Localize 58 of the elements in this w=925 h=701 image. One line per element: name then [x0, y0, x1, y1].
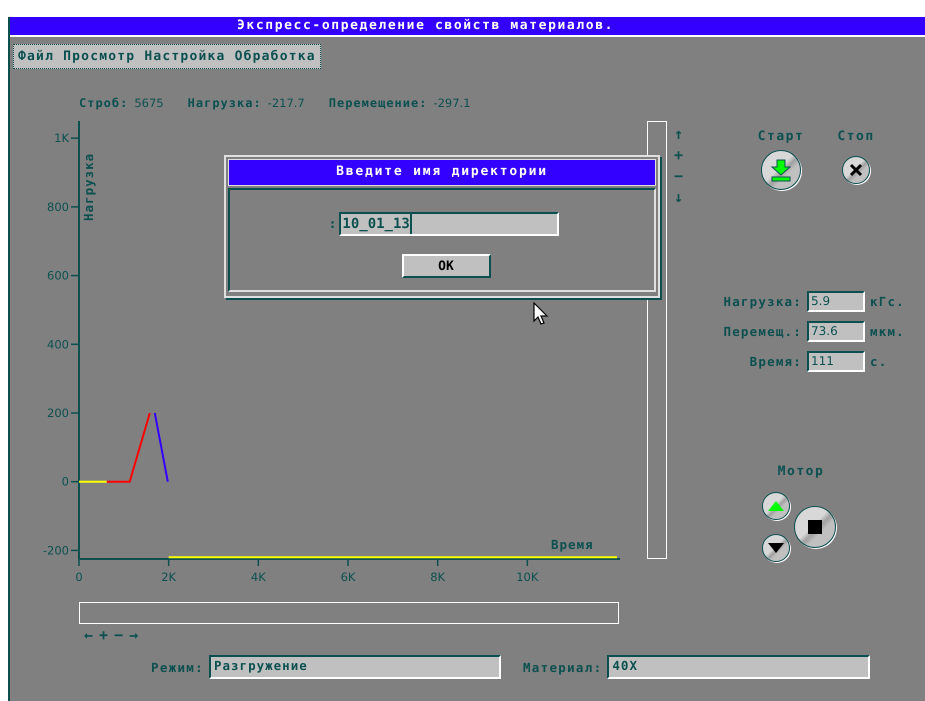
menu-item[interactable]: Файл	[18, 49, 54, 64]
download-arrow-icon	[769, 158, 793, 182]
reading-field: 73.6	[807, 321, 865, 342]
menu-item[interactable]: Обработка	[234, 49, 316, 64]
stop-button[interactable]	[842, 156, 870, 184]
input-field[interactable]: 10_01_13	[339, 212, 560, 236]
y-tick-label: -200	[42, 543, 69, 558]
close-icon	[849, 163, 863, 177]
text-field[interactable]: Разгружение	[208, 655, 501, 679]
horizontal-scrollbar[interactable]	[79, 602, 619, 624]
menu-item[interactable]: Просмотр	[63, 49, 136, 64]
start-button[interactable]	[761, 150, 801, 190]
y-tick-label: 200	[47, 406, 69, 420]
status-label: Перемещение:	[328, 95, 428, 111]
status-label: Строб:	[79, 95, 128, 111]
reading-field: 111	[807, 351, 865, 372]
reading-label: Перемещ.:	[722, 324, 802, 339]
reading-unit: кГс.	[870, 294, 906, 309]
y-tick-label: 600	[47, 268, 69, 283]
reading-label: Время:	[748, 354, 802, 369]
x-tick-label: 2K	[161, 570, 176, 584]
mouse-pointer-icon	[533, 302, 549, 326]
reading-unit: с.	[870, 354, 888, 369]
menu-item[interactable]: Настройка	[144, 49, 226, 64]
motor-label: Мотор	[776, 464, 826, 479]
x-tick-label: 6K	[340, 570, 356, 584]
field-label: Материал:	[522, 660, 602, 674]
stop-label: Стоп	[837, 129, 875, 144]
status-value: -297.1	[433, 95, 471, 111]
field-label: Режим:	[151, 660, 204, 674]
y-tick-label: 1K	[54, 131, 69, 146]
status-label: Нагрузка:	[188, 95, 262, 111]
motor-up-button[interactable]	[762, 492, 790, 520]
ok-button[interactable]: OK	[402, 254, 490, 278]
x-axis-title: Время	[551, 537, 594, 552]
x-tick-label: 10K	[516, 570, 538, 584]
reading-field: 5.9	[807, 291, 865, 312]
reading-unit: мкм.	[870, 324, 906, 339]
motor-down-button[interactable]	[762, 534, 790, 562]
y-tick-label: 400	[47, 337, 69, 352]
dialog-title: Введите имя директории	[336, 164, 548, 179]
square-icon	[808, 520, 822, 534]
y-tick-label: 800	[47, 200, 69, 214]
x-tick-label: 4K	[250, 570, 266, 584]
reading-label: Нагрузка:	[722, 294, 802, 309]
status-value: 5675	[134, 95, 164, 111]
prompt-label: :	[328, 216, 336, 232]
x-tick-label: 8K	[430, 570, 446, 584]
x-tick-label: 0	[75, 570, 83, 584]
status-value: -217.7	[268, 95, 305, 111]
motor-stop-button[interactable]	[794, 506, 836, 548]
up-triangle-icon	[768, 501, 784, 511]
down-triangle-icon	[768, 543, 784, 553]
y-axis-title: Нагрузка	[81, 152, 96, 221]
y-tick-label: 0	[62, 474, 69, 489]
text-field[interactable]: 40Х	[607, 655, 870, 679]
start-label: Старт	[758, 129, 804, 144]
window-title: Экспресс-определение свойств материалов.	[237, 18, 614, 33]
